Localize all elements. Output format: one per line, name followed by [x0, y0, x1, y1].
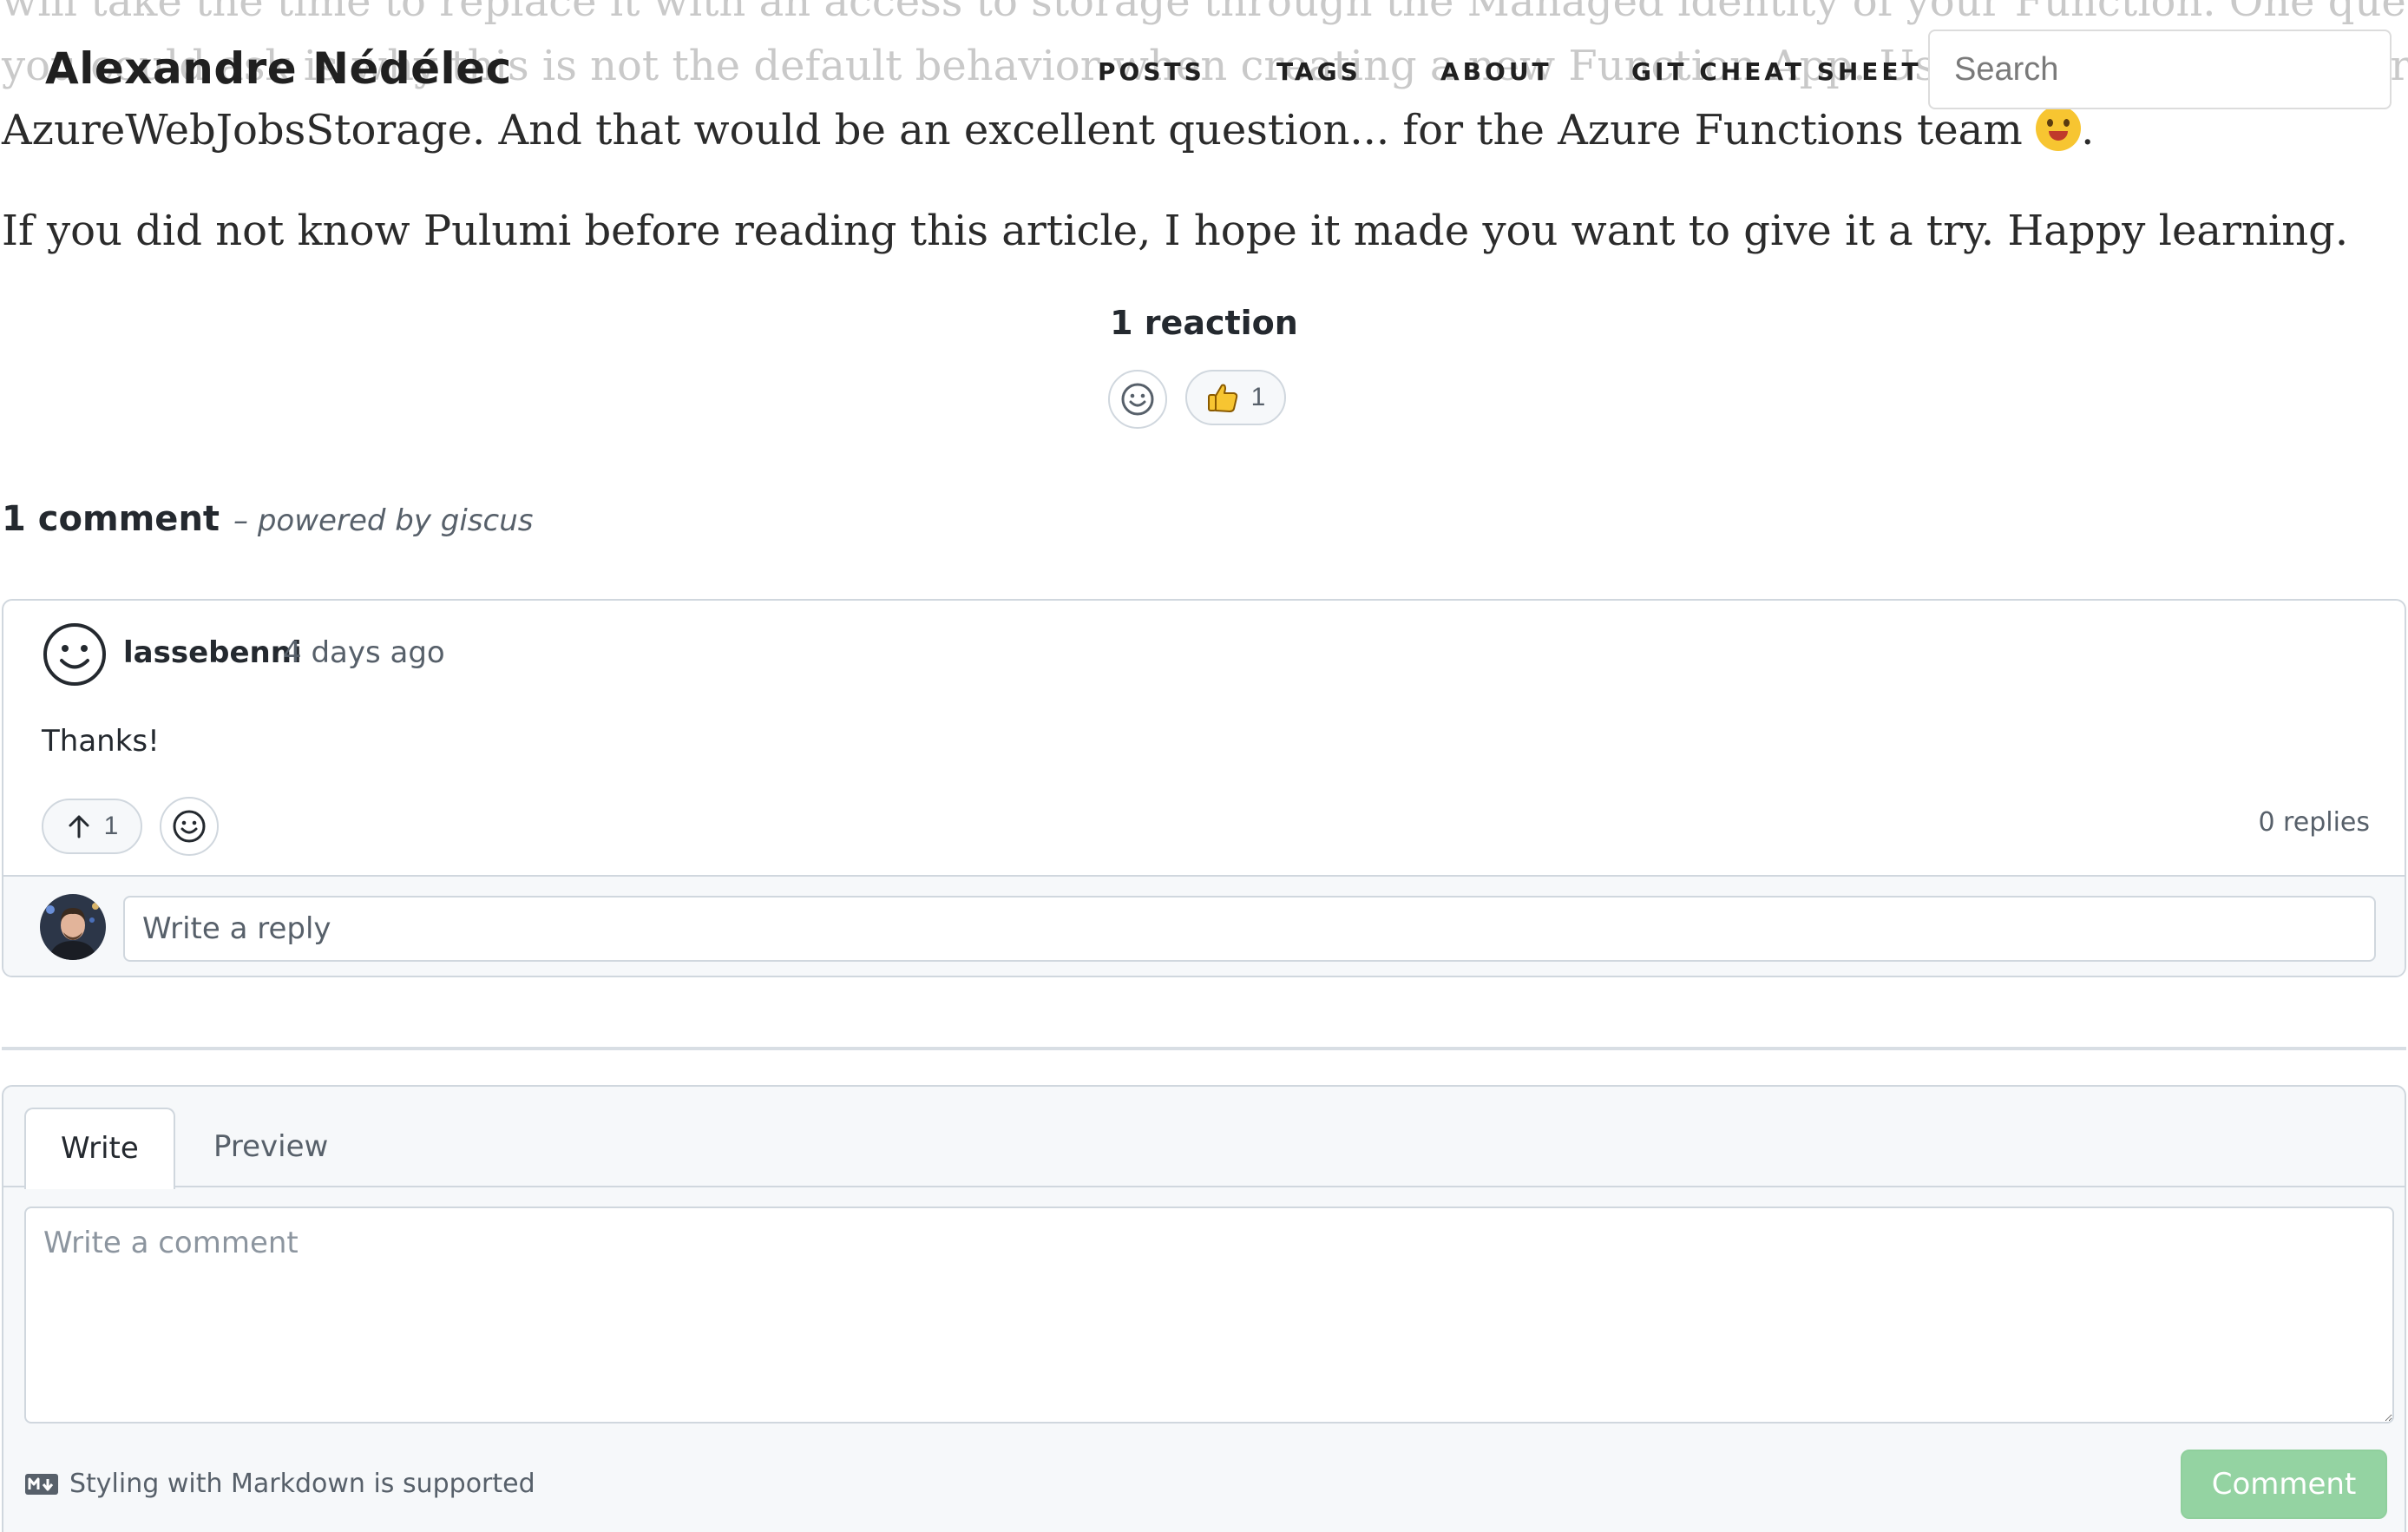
reactions-summary: 1 reaction — [1110, 304, 1298, 342]
replies-count: 0 replies — [2258, 807, 2370, 838]
thumbs-up-reaction-button[interactable]: 1 — [1185, 370, 1286, 425]
nav-git-cheat-sheet[interactable]: GIT CHEAT SHEET — [1631, 57, 1922, 86]
add-reaction-button[interactable] — [1108, 370, 1167, 429]
current-user-avatar[interactable] — [40, 894, 106, 960]
tab-write[interactable]: Write — [24, 1108, 175, 1189]
arrow-up-icon — [69, 815, 89, 838]
reply-bar — [3, 875, 2405, 976]
nav-posts[interactable]: POSTS — [1098, 57, 1205, 86]
comment-body: Thanks! — [42, 724, 160, 759]
site-header: Alexandre Nédélec POSTS TAGS ABOUT GIT C… — [0, 0, 2408, 139]
smiley-icon — [173, 810, 206, 843]
nav-about[interactable]: ABOUT — [1440, 57, 1552, 86]
comment-timestamp[interactable]: 4 days ago — [283, 635, 445, 670]
comment-card: lassebenni 4 days ago Thanks! 1 0 replie… — [2, 599, 2406, 977]
reply-input[interactable] — [123, 896, 2376, 962]
powered-by-giscus[interactable]: – powered by giscus — [233, 503, 533, 538]
author-avatar[interactable] — [42, 621, 108, 687]
upvote-count: 1 — [103, 812, 119, 840]
comments-count: 1 comment — [2, 499, 220, 539]
upvote-button[interactable]: 1 — [42, 799, 142, 854]
tab-preview[interactable]: Preview — [179, 1108, 363, 1187]
comment-author[interactable]: lassebenni — [123, 635, 302, 670]
markdown-icon — [25, 1473, 58, 1495]
section-divider — [2, 1047, 2406, 1050]
comment-add-reaction-button[interactable] — [160, 797, 219, 856]
submit-comment-button[interactable]: Comment — [2181, 1450, 2387, 1519]
thumbs-up-icon — [1207, 384, 1237, 412]
markdown-note[interactable]: Styling with Markdown is supported — [24, 1469, 535, 1499]
smiley-icon — [1121, 383, 1154, 416]
comment-editor: Write Preview Styling with Markdown is s… — [2, 1085, 2406, 1532]
site-brand[interactable]: Alexandre Nédélec — [45, 43, 512, 94]
thumbs-up-count: 1 — [1250, 383, 1266, 411]
nav-tags[interactable]: TAGS — [1276, 57, 1361, 86]
search-input[interactable] — [1928, 30, 2392, 109]
comment-textarea[interactable] — [24, 1207, 2394, 1424]
article-closing-paragraph: If you did not know Pulumi before readin… — [2, 207, 2349, 255]
markdown-note-label: Styling with Markdown is supported — [69, 1469, 535, 1499]
comments-heading: 1 comment – powered by giscus — [2, 499, 533, 539]
tabs-divider — [3, 1186, 2405, 1187]
